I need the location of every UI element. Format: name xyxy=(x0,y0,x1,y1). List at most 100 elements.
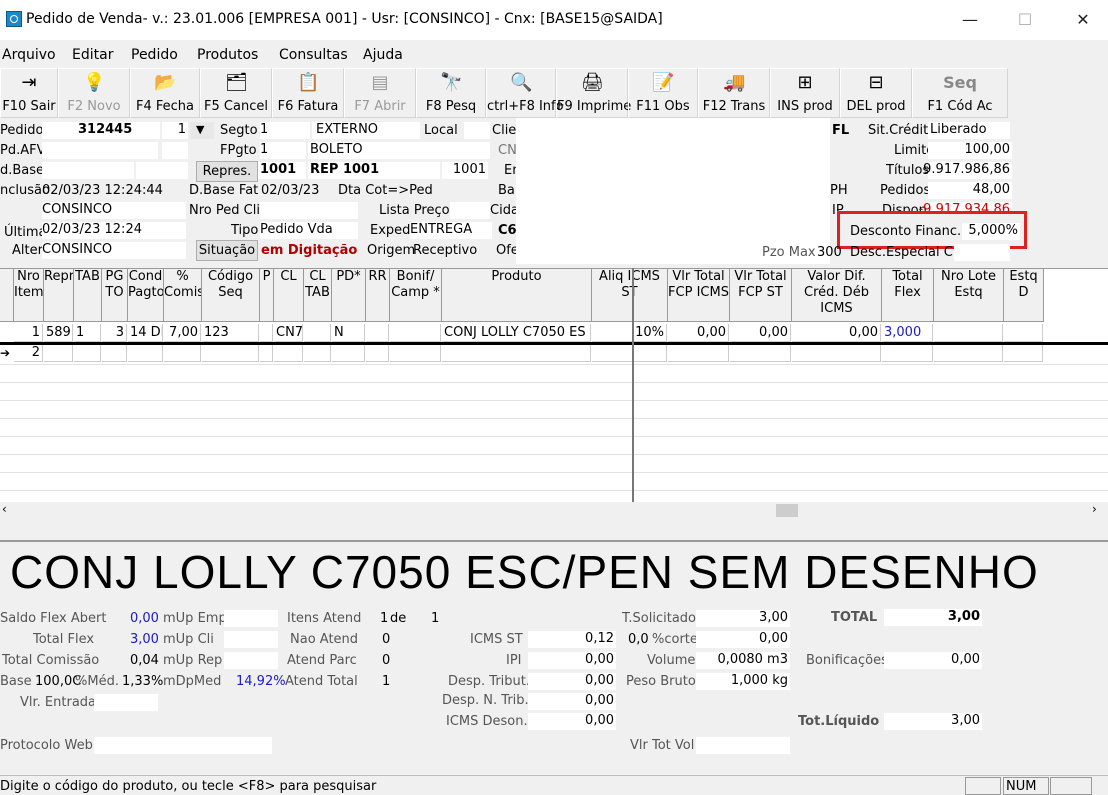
grid-cell[interactable] xyxy=(260,344,273,362)
base-field-2[interactable] xyxy=(136,162,188,179)
grid-cell[interactable] xyxy=(366,344,389,362)
menu-consultas[interactable]: Consultas xyxy=(279,47,348,63)
search-button[interactable]: 🔭 F8 Pesq xyxy=(416,68,486,118)
grid-cell[interactable]: 3 xyxy=(102,324,127,342)
grid-cell[interactable] xyxy=(164,344,201,362)
grid-cell[interactable] xyxy=(304,324,331,342)
grid-header-3[interactable]: PG TO xyxy=(102,269,128,322)
grid-cell[interactable]: 0,00 xyxy=(792,324,881,342)
grid-cell[interactable]: 123 xyxy=(202,324,259,342)
exped-field[interactable]: ENTREGA xyxy=(410,222,492,239)
grid-cell[interactable] xyxy=(128,344,163,362)
grid-cell[interactable] xyxy=(390,344,441,362)
grid-cell[interactable] xyxy=(934,324,1003,342)
new-button[interactable]: 💡 F2 Novo xyxy=(58,68,130,118)
grid-header-0[interactable]: Nro Item xyxy=(14,269,44,322)
grid-cell[interactable] xyxy=(260,324,273,342)
code-access-button[interactable]: Seq F1 Cód Ac xyxy=(912,68,1008,118)
grid-header-19[interactable]: Nro Lote Estq xyxy=(934,269,1004,322)
grid-cell[interactable]: 589 xyxy=(44,324,73,342)
grid-header-6[interactable]: Código Seq xyxy=(202,269,260,322)
grid-cell[interactable] xyxy=(1004,324,1043,342)
grid-cell[interactable] xyxy=(44,344,73,362)
local-field[interactable] xyxy=(464,122,490,139)
grid-header-7[interactable]: P xyxy=(260,269,274,322)
horizontal-scrollbar[interactable]: ‹ › xyxy=(0,502,1108,519)
pedido-seq-field[interactable]: 1 xyxy=(162,122,188,139)
menu-produtos[interactable]: Produtos xyxy=(197,47,258,63)
listapreco-field[interactable] xyxy=(450,202,490,219)
grid-cell[interactable] xyxy=(390,324,441,342)
grid-cell[interactable]: 0,00 xyxy=(730,324,791,342)
grid-cell[interactable] xyxy=(730,344,791,362)
scroll-right-icon[interactable]: › xyxy=(1092,502,1097,516)
grid-cell[interactable]: CONJ LOLLY C7050 ES xyxy=(442,324,591,342)
obs-button[interactable]: 📝 F11 Obs xyxy=(628,68,698,118)
menu-editar[interactable]: Editar xyxy=(72,47,113,63)
grid-cell[interactable]: 2 xyxy=(14,344,43,362)
grid-cell[interactable] xyxy=(202,344,259,362)
repres-code-field[interactable]: 1001 xyxy=(258,162,306,179)
transport-button[interactable]: 🚚 F12 Trans xyxy=(698,68,770,118)
afv-seq-field[interactable] xyxy=(162,142,188,159)
grid-header-11[interactable]: RR xyxy=(366,269,390,322)
descfin-field[interactable]: 5,000% xyxy=(962,223,1020,240)
grid-cell[interactable]: 7,00 xyxy=(164,324,201,342)
grid-cell[interactable]: 1 xyxy=(74,324,101,342)
nroped-field[interactable] xyxy=(260,202,358,219)
grid-cell[interactable]: 14 DI xyxy=(128,324,163,342)
grid-cell[interactable]: 0,00 xyxy=(668,324,729,342)
grid-cell[interactable] xyxy=(882,344,933,362)
delete-product-button[interactable]: ⊟ DEL prod xyxy=(840,68,912,118)
afv-field[interactable] xyxy=(42,142,158,159)
fpgto-field[interactable]: 1 xyxy=(260,142,306,159)
grid-cell[interactable] xyxy=(332,344,365,362)
grid-cell[interactable]: CN7 xyxy=(274,324,303,342)
vlrentrada-field[interactable] xyxy=(94,694,158,711)
scroll-left-icon[interactable]: ‹ xyxy=(2,502,7,516)
grid-header-13[interactable]: Produto xyxy=(442,269,592,322)
situacao-button[interactable]: Situação xyxy=(196,240,258,261)
exit-button[interactable]: ⇥ F10 Sair xyxy=(0,68,58,118)
segto-field[interactable]: 1 xyxy=(260,122,310,139)
grid-header-8[interactable]: CL xyxy=(274,269,304,322)
grid-cell[interactable] xyxy=(792,344,881,362)
grid-cell[interactable]: 1 xyxy=(14,324,43,342)
protocolo-field[interactable] xyxy=(94,737,272,754)
grid-cell[interactable] xyxy=(304,344,331,362)
grid-cell[interactable] xyxy=(366,324,389,342)
grid-cell[interactable] xyxy=(442,344,591,362)
pedido-field[interactable]: 312445 xyxy=(42,122,160,139)
grid-cell[interactable]: 3,000 xyxy=(882,324,933,342)
invoice-button[interactable]: 📋 F6 Fatura xyxy=(272,68,344,118)
grid-header-10[interactable]: PD* xyxy=(332,269,366,322)
grid-header-1[interactable]: Repr xyxy=(44,269,74,322)
scroll-thumb[interactable] xyxy=(776,504,798,517)
close-order-button[interactable]: 📂 F4 Fecha xyxy=(130,68,200,118)
close-button[interactable]: ✕ xyxy=(1061,6,1105,34)
grid-header-12[interactable]: Bonif/ Camp * xyxy=(390,269,442,322)
info-button[interactable]: 🔍 ctrl+F8 Info xyxy=(486,68,564,118)
grid-cell[interactable] xyxy=(592,344,667,362)
grid-header-16[interactable]: Vlr Total FCP ST xyxy=(730,269,792,322)
grid-cell[interactable] xyxy=(1004,344,1043,362)
print-button[interactable]: 🖨 F9 Imprime xyxy=(556,68,631,118)
maximize-button[interactable]: ☐ xyxy=(1003,6,1047,34)
grid-cell[interactable] xyxy=(668,344,729,362)
grid-header-4[interactable]: Cond Pagto xyxy=(128,269,164,322)
grid-cell[interactable] xyxy=(102,344,127,362)
repres-button[interactable]: Repres. xyxy=(196,161,258,182)
grid-header-15[interactable]: Vlr Total FCP ICMS xyxy=(668,269,730,322)
minimize-button[interactable]: — xyxy=(948,6,992,34)
menu-arquivo[interactable]: Arquivo xyxy=(2,47,56,63)
base-field[interactable] xyxy=(42,162,134,179)
open-button[interactable]: ▤ F7 Abrir xyxy=(344,68,416,118)
grid-cell[interactable] xyxy=(274,344,303,362)
grid-header-9[interactable]: CL TAB xyxy=(304,269,332,322)
grid-header-14[interactable]: Aliq ICMS ST xyxy=(592,269,668,322)
grid-header-5[interactable]: % Comis xyxy=(164,269,202,322)
grid-header-20[interactable]: Estq D xyxy=(1004,269,1044,322)
grid-cell[interactable]: 10% xyxy=(592,324,667,342)
grid-cell[interactable] xyxy=(934,344,1003,362)
grid-header-18[interactable]: Total Flex xyxy=(882,269,934,322)
